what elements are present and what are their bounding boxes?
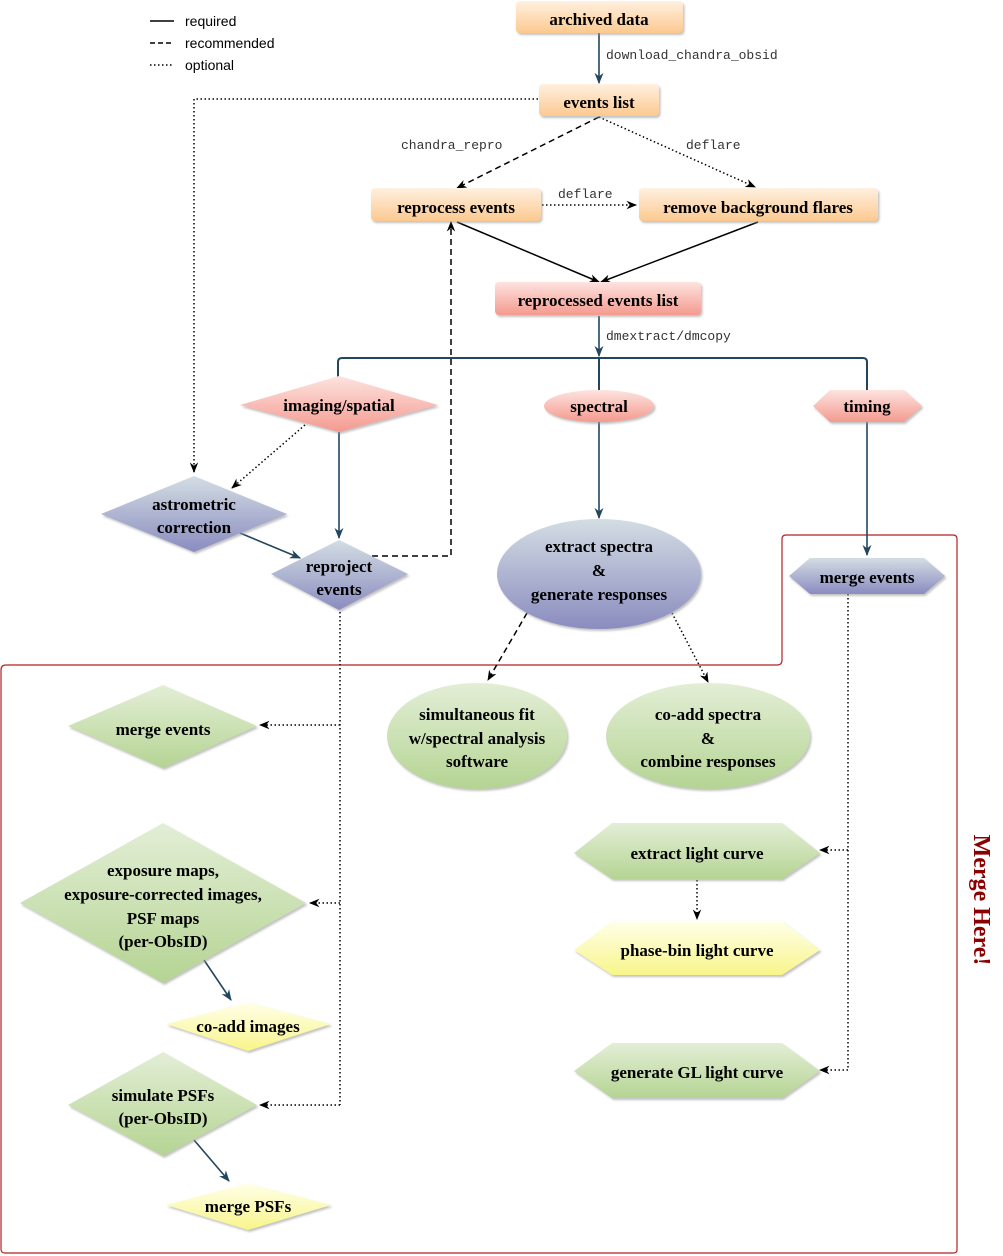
- node-coadd-spectra[interactable]: co-add spectra & combine responses: [606, 683, 810, 789]
- edge-astrometric-to-reproject: [239, 532, 302, 559]
- svg-text:events list: events list: [563, 93, 635, 112]
- edge-branch-bus: [337, 357, 868, 390]
- svg-text:merge PSFs: merge PSFs: [205, 1197, 292, 1216]
- svg-text:co-add spectra: co-add spectra: [655, 705, 762, 724]
- legend-recommended-label: recommended: [185, 35, 275, 51]
- edge-simulate-to-merge-psfs: [193, 1139, 230, 1182]
- label-dmextract-dmcopy: dmextract/dmcopy: [606, 329, 731, 344]
- label-deflare-mid: deflare: [558, 187, 613, 202]
- svg-text:(per-ObsID): (per-ObsID): [118, 932, 207, 951]
- svg-text:events: events: [316, 580, 362, 599]
- edge-extract-to-fit: [487, 612, 528, 681]
- svg-text:imaging/spatial: imaging/spatial: [283, 396, 395, 415]
- edge-reprocess-to-list: [456, 221, 600, 283]
- svg-text:astrometric: astrometric: [152, 495, 236, 514]
- svg-text:phase-bin light curve: phase-bin light curve: [620, 941, 773, 960]
- label-download-chandra-obsid: download_chandra_obsid: [606, 48, 778, 63]
- node-remove-background-flares[interactable]: remove background flares: [639, 188, 878, 221]
- svg-text:combine responses: combine responses: [640, 752, 776, 771]
- node-merge-events-timing[interactable]: merge events: [789, 558, 945, 594]
- svg-text:exposure-corrected images,: exposure-corrected images,: [64, 885, 262, 904]
- svg-text:archived data: archived data: [549, 10, 649, 29]
- svg-text:extract spectra: extract spectra: [545, 537, 654, 556]
- node-simulate-psfs[interactable]: simulate PSFs (per-ObsID): [68, 1052, 257, 1156]
- merge-here-label: Merge Here!: [968, 835, 994, 966]
- edge-exposure-to-coadd-images: [203, 959, 232, 1001]
- svg-text:timing: timing: [843, 397, 891, 416]
- node-archived-data[interactable]: archived data: [516, 1, 683, 33]
- svg-text:merge events: merge events: [116, 720, 211, 739]
- svg-text:correction: correction: [157, 518, 232, 537]
- edge-flares-to-list: [600, 221, 759, 283]
- svg-text:simultaneous fit: simultaneous fit: [419, 705, 535, 724]
- svg-text:extract light curve: extract light curve: [630, 844, 764, 863]
- legend-required-label: required: [185, 13, 236, 29]
- svg-text:remove background flares: remove background flares: [663, 198, 853, 217]
- svg-text:exposure maps,: exposure maps,: [107, 861, 219, 880]
- svg-text:&: &: [701, 729, 715, 748]
- node-coadd-images[interactable]: co-add images: [166, 1002, 331, 1051]
- svg-text:co-add images: co-add images: [196, 1017, 300, 1036]
- node-imaging-spatial[interactable]: imaging/spatial: [240, 376, 438, 432]
- workflow-diagram: required recommended optional Merge Here…: [0, 1, 994, 1254]
- svg-text:(per-ObsID): (per-ObsID): [118, 1109, 207, 1128]
- svg-text:merge events: merge events: [820, 568, 915, 587]
- svg-text:simulate PSFs: simulate PSFs: [112, 1086, 215, 1105]
- edge-reproject-to-reprocess: [372, 220, 456, 557]
- svg-text:&: &: [592, 561, 606, 580]
- node-timing[interactable]: timing: [813, 390, 922, 422]
- node-simultaneous-fit[interactable]: simultaneous fit w/spectral analysis sof…: [387, 683, 567, 789]
- node-events-list[interactable]: events list: [539, 84, 659, 116]
- svg-text:software: software: [446, 752, 508, 771]
- edge-extract-to-coadd: [671, 612, 709, 683]
- edge-imaging-to-astrometric: [231, 424, 306, 489]
- node-reprocess-events[interactable]: reprocess events: [371, 188, 541, 221]
- node-phase-bin-light-curve[interactable]: phase-bin light curve: [574, 921, 820, 975]
- node-extract-light-curve[interactable]: extract light curve: [574, 823, 820, 879]
- node-exposure-maps[interactable]: exposure maps, exposure-corrected images…: [20, 823, 306, 983]
- svg-text:w/spectral analysis: w/spectral analysis: [409, 729, 546, 748]
- node-reproject-events[interactable]: reproject events: [271, 540, 408, 610]
- svg-text:spectral: spectral: [570, 397, 628, 416]
- legend-optional-label: optional: [185, 57, 234, 73]
- svg-text:reproject: reproject: [306, 557, 373, 576]
- label-deflare-right: deflare: [686, 138, 741, 153]
- label-chandra-repro: chandra_repro: [401, 138, 502, 153]
- node-merge-psfs[interactable]: merge PSFs: [166, 1183, 331, 1230]
- svg-text:PSF maps: PSF maps: [127, 909, 200, 928]
- svg-text:generate GL light curve: generate GL light curve: [611, 1063, 784, 1082]
- svg-text:reprocessed events list: reprocessed events list: [518, 291, 679, 310]
- node-spectral[interactable]: spectral: [544, 390, 654, 422]
- legend: required recommended optional: [150, 13, 275, 73]
- svg-text:reprocess events: reprocess events: [397, 198, 515, 217]
- node-extract-spectra[interactable]: extract spectra & generate responses: [497, 519, 701, 629]
- node-merge-events-imaging[interactable]: merge events: [68, 685, 257, 768]
- node-reprocessed-events-list[interactable]: reprocessed events list: [495, 282, 701, 315]
- node-generate-gl-light-curve[interactable]: generate GL light curve: [574, 1043, 820, 1098]
- svg-text:generate responses: generate responses: [531, 585, 668, 604]
